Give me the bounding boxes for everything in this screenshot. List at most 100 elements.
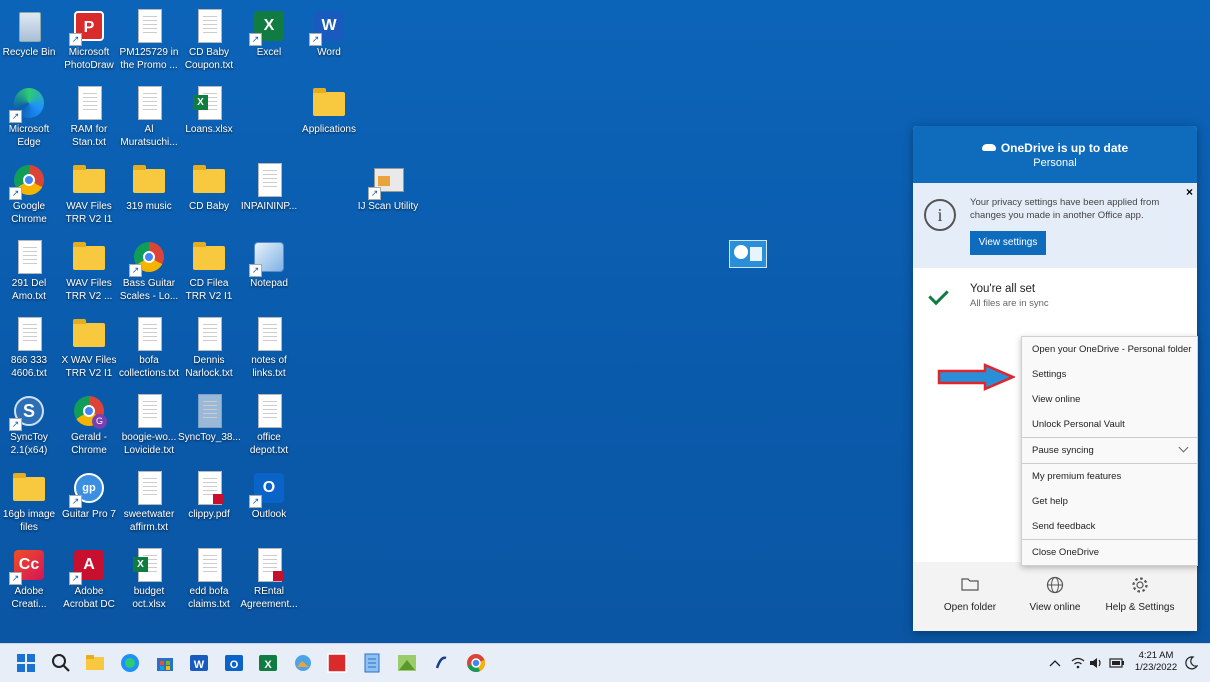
view-settings-button[interactable]: View settings [970,231,1046,255]
desktop-icon-word[interactable]: W ↗ Word [298,4,360,59]
open-folder-button[interactable]: Open folder [925,576,1015,613]
info-icon: i [924,199,956,231]
photos-taskbar-icon[interactable] [293,653,313,673]
menu-item-view-online[interactable]: View online [1022,387,1197,412]
desktop-icon-adobe-creative[interactable]: Cc ↗ Adobe Creati... [0,543,60,611]
folder-icon [131,162,167,198]
chevron-up-icon[interactable] [1049,658,1061,668]
desktop-icon-photodraw[interactable]: P ↗ Microsoft PhotoDraw [58,4,120,72]
desktop-icon-291-del-amo[interactable]: 291 Del Amo.txt [0,235,60,303]
notepad-taskbar-icon[interactable] [362,653,382,673]
excel-taskbar-icon[interactable]: X [258,653,278,673]
icon-label: Excel [256,47,282,58]
desktop-icon-ram-for-stan[interactable]: RAM for Stan.txt [58,81,120,149]
clock[interactable]: 4:21 AM 1/23/2022 [1133,650,1179,674]
checkmark-icon [928,284,949,306]
chrome-taskbar-icon[interactable] [466,653,486,673]
word-taskbar-icon[interactable]: W [189,653,209,673]
desktop-icon-cd-filea[interactable]: CD Filea TRR V2 I1 [178,235,240,303]
desktop-icon-recycle-bin[interactable]: Recycle Bin [0,4,60,59]
icon-label: notes of links.txt [251,355,287,379]
text-file-icon [191,547,227,583]
word-icon: W ↗ [309,8,347,46]
desktop-icon-chrome[interactable]: ↗ Google Chrome [0,158,60,226]
desktop-icon-applications[interactable]: Applications [298,81,360,136]
menu-item-open-folder[interactable]: Open your OneDrive - Personal folder [1022,337,1197,362]
view-online-button[interactable]: View online [1010,576,1100,613]
desktop-icon-wav-files-2[interactable]: WAV Files TRR V2 ... [58,235,120,303]
file-explorer-icon[interactable] [85,653,105,673]
privacy-notice: i Your privacy settings have been applie… [913,183,1197,268]
icon-label: office depot.txt [249,432,289,456]
volume-icon[interactable] [1089,656,1103,670]
desktop-icon-x-wav-files[interactable]: X WAV Files TRR V2 I1 [58,312,120,380]
chrome-profile-icon: G [71,393,107,429]
icon-label: Recycle Bin [2,47,56,58]
desktop-icon-outlook[interactable]: O ↗ Outlook [238,466,300,521]
desktop-icon-office-depot[interactable]: office depot.txt [238,389,300,457]
desktop-icon-inpaininp[interactable]: INPAININP... [238,158,300,213]
floating-app-thumbnail[interactable] [729,240,767,268]
menu-item-premium[interactable]: My premium features [1022,463,1197,489]
desktop-icon-budget-oct[interactable]: X budget oct.xlsx [118,543,180,611]
desktop-icon-wav-files[interactable]: WAV Files TRR V2 I1 [58,158,120,226]
desktop-icon-rental-agreement[interactable]: REntal Agreement... [238,543,300,611]
start-icon[interactable] [16,653,36,673]
battery-icon[interactable] [1109,657,1125,669]
wifi-icon[interactable] [1071,656,1085,670]
desktop-icon-cd-baby-coupon[interactable]: CD Baby Coupon.txt [178,4,240,72]
folder-icon [71,162,107,198]
desktop-icon-notes-of-links[interactable]: notes of links.txt [238,312,300,380]
desktop-icon-edd-bofa[interactable]: edd bofa claims.txt [178,543,240,611]
desktop-icon-cd-baby[interactable]: CD Baby [178,158,240,213]
desktop-icon-acrobat[interactable]: A ↗ Adobe Acrobat DC [58,543,120,611]
icon-label: Al Muratsuchi... [120,124,178,148]
menu-item-send-feedback[interactable]: Send feedback [1022,514,1197,539]
menu-item-get-help[interactable]: Get help [1022,489,1197,514]
search-icon[interactable] [51,653,71,673]
desktop-icon-866[interactable]: 866 333 4606.txt [0,312,60,380]
chevron-down-icon [1178,442,1189,453]
pdf-file-icon [251,547,287,583]
close-notice-icon[interactable]: × [1186,185,1193,199]
icon-label: Guitar Pro 7 [62,509,116,520]
edge-taskbar-icon[interactable] [120,653,140,673]
notification-moon-icon[interactable] [1184,656,1198,670]
desktop-icon-bass-guitar[interactable]: ↗ Bass Guitar Scales - Lo... [118,235,180,303]
icon-label: budget oct.xlsx [132,586,166,610]
desktop-icon-319-music[interactable]: 319 music [118,158,180,213]
desktop-icon-synctoy[interactable]: S ↗ SyncToy 2.1(x64) [0,389,60,457]
menu-item-unlock-vault[interactable]: Unlock Personal Vault [1022,412,1197,437]
desktop-icon-synctoy-38[interactable]: SyncToy_38... [178,389,240,444]
desktop-icon-16gb[interactable]: 16gb image files [0,466,60,534]
pdf-file-icon [191,470,227,506]
desktop-icon-al-muratsuchi[interactable]: Al Muratsuchi... [118,81,180,149]
desktop-icon-clippy[interactable]: clippy.pdf [178,466,240,521]
desktop-icon-edge[interactable]: ↗ Microsoft Edge [0,81,60,149]
desktop-icon-excel[interactable]: X ↗ Excel [238,4,300,59]
image-viewer-taskbar-icon[interactable] [397,653,417,673]
menu-item-pause-syncing[interactable]: Pause syncing [1022,437,1197,463]
desktop-icon-ij-scan[interactable]: ↗ IJ Scan Utility [357,158,419,213]
desktop-icon-dennis-narlock[interactable]: Dennis Narlock.txt [178,312,240,380]
desktop-icon-loans[interactable]: X Loans.xlsx [178,81,240,136]
gear-icon [1095,576,1185,596]
excel-file-icon: X [131,547,167,583]
photodraw-taskbar-icon[interactable] [327,653,347,673]
icon-label: SyncToy 2.1(x64) [10,432,48,456]
store-icon[interactable] [155,653,175,673]
help-settings-button[interactable]: Help & Settings [1095,576,1185,613]
menu-item-settings[interactable]: Settings [1022,362,1197,387]
desktop-icon-sweetwater[interactable]: sweetwater affirm.txt [118,466,180,534]
desktop-icon-gerald-chrome[interactable]: G Gerald - Chrome [58,389,120,457]
app-taskbar-icon[interactable] [431,653,451,673]
desktop-icon-pm125729[interactable]: PM125729 in the Promo ... [118,4,180,72]
desktop-icon-bofa-collections[interactable]: bofa collections.txt [118,312,180,380]
desktop-icon-notepad[interactable]: ↗ Notepad [238,235,300,290]
icon-label: RAM for Stan.txt [70,124,108,148]
desktop-icon-guitar-pro[interactable]: gp ↗ Guitar Pro 7 [58,466,120,521]
menu-item-close-onedrive[interactable]: Close OneDrive [1022,539,1197,565]
desktop-icon-boogie[interactable]: boogie-wo... Lovicide.txt [118,389,180,457]
outlook-taskbar-icon[interactable]: O [224,653,244,673]
file-icon [191,393,227,429]
